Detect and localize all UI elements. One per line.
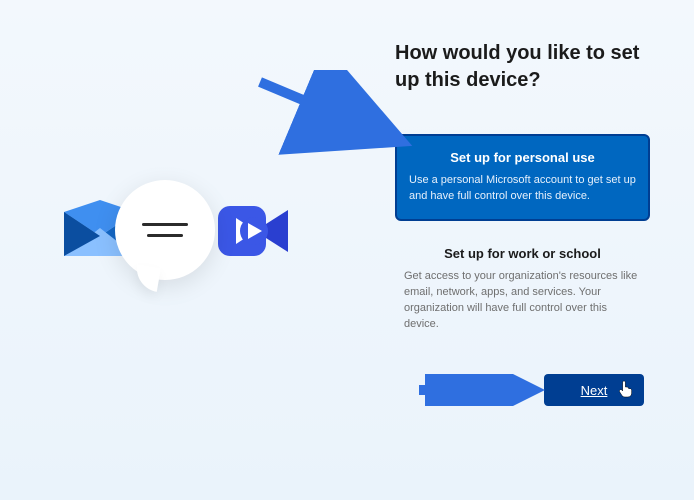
setup-screen: How would you like to set up this device… [0, 0, 694, 500]
setup-options-panel: How would you like to set up this device… [395, 40, 650, 358]
annotation-arrow-to-next [415, 374, 555, 406]
page-title: How would you like to set up this device… [395, 40, 650, 94]
option-work-title: Set up for work or school [404, 246, 641, 261]
option-personal-use[interactable]: Set up for personal use Use a personal M… [395, 134, 650, 221]
next-button-label: Next [581, 383, 608, 398]
option-work-or-school[interactable]: Set up for work or school Get access to … [395, 235, 650, 344]
speech-bubble-icon [115, 180, 215, 280]
hand-cursor-icon [618, 380, 634, 401]
illustration-cluster [60, 185, 290, 315]
next-button[interactable]: Next [544, 374, 644, 406]
video-camera-icon [218, 200, 290, 262]
option-personal-title: Set up for personal use [409, 150, 636, 165]
option-personal-desc: Use a personal Microsoft account to get … [409, 173, 636, 205]
option-work-desc: Get access to your organization's resour… [404, 269, 641, 333]
